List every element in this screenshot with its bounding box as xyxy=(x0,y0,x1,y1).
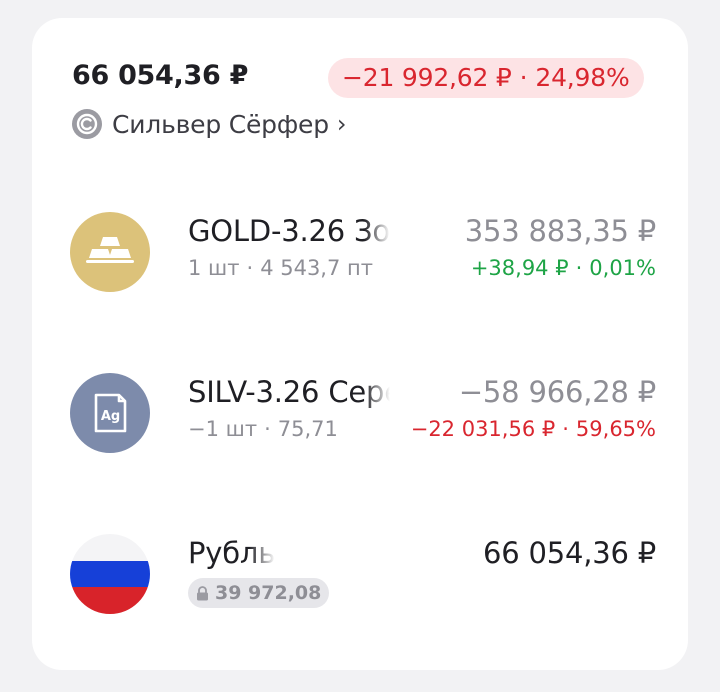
portfolio-name: Сильвер Сёрфер xyxy=(112,109,329,139)
separator-dot: · xyxy=(519,63,528,92)
asset-value: −58 966,28 ₽ xyxy=(458,375,656,409)
silver-ag-icon: Ag xyxy=(70,373,150,453)
portfolio-change-badge: −21 992,62 ₽ · 24,98% xyxy=(328,58,644,98)
separator-dot: · xyxy=(264,417,271,441)
asset-value: 66 054,36 ₽ xyxy=(482,536,656,570)
asset-name: SILV-3.26 Серебро xyxy=(188,375,390,409)
russia-flag-icon xyxy=(70,534,150,614)
blocked-amount: 39 972,08 xyxy=(215,582,322,604)
portfolio-card: 66 054,36 ₽ −21 992,62 ₽ · 24,98% Сильвер … xyxy=(32,18,688,670)
asset-change-percent: 59,65% xyxy=(575,417,656,441)
asset-value: 353 883,35 ₽ xyxy=(464,214,657,248)
asset-price: 4 543,7 пт xyxy=(260,256,373,280)
portfolio-total: 66 054,36 ₽ xyxy=(72,60,249,91)
asset-change: −22 031,56 ₽ · 59,65% xyxy=(411,417,656,441)
portfolio-selector[interactable]: Сильвер Сёрфер › xyxy=(72,108,347,140)
blocked-amount-badge: 39 972,08 xyxy=(188,578,330,608)
separator-dot: · xyxy=(575,256,583,280)
asset-row-ruble[interactable]: Рубль 39 972,08 66 054,36 ₽ xyxy=(32,534,688,634)
gold-bars-icon xyxy=(70,212,150,292)
silver-icon-label: Ag xyxy=(101,409,120,424)
asset-quantity: 1 шт xyxy=(188,256,240,280)
separator-dot: · xyxy=(562,417,569,441)
portfolio-icon xyxy=(72,109,102,139)
asset-change-amount: +38,94 ₽ xyxy=(470,256,569,280)
asset-name: GOLD-3.26 Золото xyxy=(188,214,390,248)
separator-dot: · xyxy=(246,256,254,280)
asset-change-amount: −22 031,56 ₽ xyxy=(410,417,556,441)
asset-change: +38,94 ₽ · 0,01% xyxy=(471,256,656,280)
asset-name: Рубль xyxy=(188,536,276,570)
asset-quantity-price: 1 шт · 4 543,7 пт xyxy=(188,256,398,280)
asset-price: 75,71 xyxy=(277,417,338,441)
portfolio-change-amount: −21 992,62 ₽ xyxy=(342,63,512,92)
asset-quantity-price: −1 шт · 75,71 xyxy=(188,417,384,441)
lock-icon xyxy=(196,585,209,601)
asset-quantity: −1 шт xyxy=(188,417,258,441)
asset-change-percent: 0,01% xyxy=(589,256,656,280)
chevron-right-icon: › xyxy=(336,110,347,138)
asset-row-silver[interactable]: Ag SILV-3.26 Серебро −1 шт·75,71 −58 966… xyxy=(32,373,688,473)
portfolio-change-percent: 24,98% xyxy=(535,63,630,92)
asset-row-gold[interactable]: GOLD-3.26 Золото 1 шт·4 543,7 пт 353 883… xyxy=(32,212,688,312)
